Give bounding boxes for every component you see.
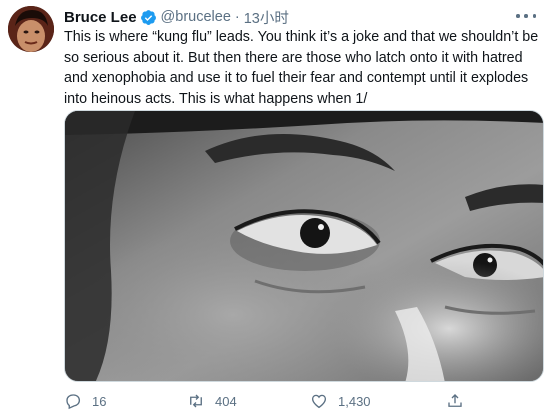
author-name[interactable]: Bruce Lee bbox=[64, 9, 137, 26]
tweet-timestamp[interactable]: 13小时 bbox=[244, 7, 289, 28]
reply-count: 16 bbox=[92, 393, 107, 409]
more-icon[interactable] bbox=[516, 10, 536, 22]
retweet-icon bbox=[190, 394, 202, 408]
share-icon bbox=[448, 394, 462, 407]
more-dot bbox=[532, 14, 536, 18]
photo-eyes-closeup bbox=[65, 111, 543, 381]
author-handle[interactable]: @brucelee bbox=[161, 9, 231, 25]
share-button[interactable] bbox=[446, 391, 464, 411]
reply-icon bbox=[66, 394, 81, 410]
verified-badge-icon bbox=[140, 9, 156, 25]
avatar-image bbox=[8, 6, 54, 52]
like-button[interactable]: 1,430 bbox=[310, 391, 371, 411]
retweet-count: 404 bbox=[215, 393, 237, 409]
more-dot bbox=[524, 14, 528, 18]
avatar[interactable] bbox=[8, 6, 54, 52]
tweet-text: This is where “kung flu” leads. You thin… bbox=[64, 29, 539, 107]
separator-dot: · bbox=[234, 9, 240, 25]
retweet-button[interactable]: 404 bbox=[187, 391, 237, 411]
more-dot bbox=[516, 14, 520, 18]
tweet[interactable]: Bruce Lee @brucelee · 13小时 This is where… bbox=[0, 0, 554, 413]
like-icon bbox=[311, 394, 327, 409]
reply-button[interactable]: 16 bbox=[64, 391, 106, 411]
like-count: 1,430 bbox=[338, 393, 371, 409]
tweet-photo[interactable] bbox=[64, 110, 544, 382]
tweet-header: Bruce Lee @brucelee · 13小时 bbox=[64, 6, 289, 28]
tweet-actions: 16 404 1,430 bbox=[64, 391, 544, 411]
